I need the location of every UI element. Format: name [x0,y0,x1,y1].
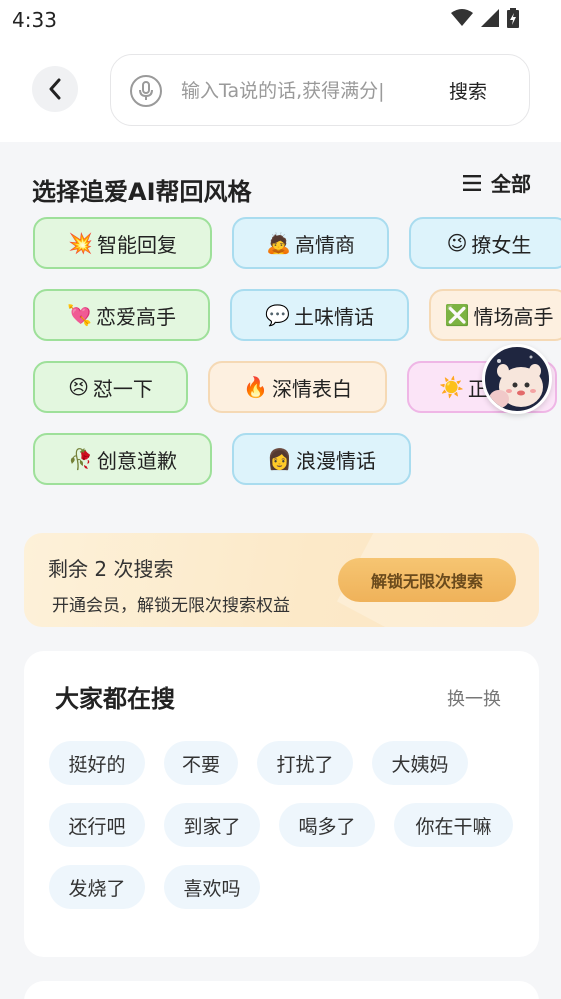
battery-icon [507,8,519,28]
hot-tag[interactable]: 不要 [164,741,238,785]
hot-tag[interactable]: 你在干嘛 [394,803,513,847]
hot-tag[interactable]: 挺好的 [49,741,145,785]
chip-smart-reply[interactable]: 💥 智能回复 [33,217,212,269]
chip-love-master[interactable]: 💘 恋爱高手 [33,289,210,341]
chip-cheesy-talk[interactable]: 💬 土味情话 [230,289,409,341]
all-label: 全部 [491,172,531,196]
mascot-avatar[interactable] [482,344,552,414]
status-icons [451,8,519,28]
chip-label: 撩女生 [471,232,532,257]
microphone-icon[interactable] [130,75,162,107]
chip-flirt[interactable]: 😉 撩女生 [409,217,561,269]
rose-icon: 🥀 [68,447,93,471]
chip-talk-back[interactable]: 😣 怼一下 [33,361,188,413]
search-button[interactable]: 搜索 [449,77,487,104]
signal-icon [481,9,499,27]
heart-arrow-icon: 💘 [67,303,92,327]
chip-label: 高情商 [294,232,355,257]
hot-tag[interactable]: 还行吧 [49,803,145,847]
fire-icon: 🔥 [243,375,268,399]
status-bar: 4:33 [0,0,561,40]
chip-label: 创意道歉 [96,448,177,473]
hot-tag[interactable]: 喜欢吗 [164,865,260,909]
chip-label: 情场高手 [473,304,554,329]
chip-romance-pro[interactable]: ❎ 情场高手 [429,289,561,341]
remaining-searches: 剩余 2 次搜索 [48,557,174,581]
hot-tag[interactable]: 大姨妈 [372,741,468,785]
chip-romantic-words[interactable]: 👩 浪漫情话 [232,433,411,485]
bowing-person-icon: 🙇 [266,231,291,255]
annoyed-face-icon: 😣 [68,375,89,399]
box-icon: ❎ [444,303,470,327]
chip-deep-confession[interactable]: 🔥 深情表白 [208,361,387,413]
wifi-icon [451,9,473,26]
hot-tag[interactable]: 发烧了 [49,865,145,909]
explosion-icon: 💥 [68,231,93,255]
sun-icon: ☀️ [439,375,464,399]
header: 搜索 [0,40,561,142]
chip-label: 怼一下 [92,376,153,401]
speech-bubble-icon: 💬 [265,303,290,327]
wink-face-icon: 😉 [446,231,468,255]
hot-tag[interactable]: 打扰了 [257,741,353,785]
hot-search-title: 大家都在搜 [55,685,175,713]
search-input[interactable] [181,75,417,107]
chip-high-eq[interactable]: 🙇 高情商 [232,217,389,269]
chip-label: 智能回复 [96,232,177,257]
status-time: 4:33 [12,8,57,32]
refresh-button[interactable]: 换一换 [447,685,501,711]
back-button[interactable] [32,66,78,112]
all-button[interactable]: 全部 [463,168,531,197]
woman-icon: 👩 [267,447,292,471]
section-title: 选择追爱AI帮回风格 [32,178,252,206]
hot-tag[interactable]: 到家了 [164,803,260,847]
promo-subtitle: 开通会员，解锁无限次搜索权益 [52,596,290,616]
hot-search-card: 大家都在搜 换一换 挺好的 不要 打扰了 大姨妈 还行吧 到家了 喝多了 你在干… [24,651,539,957]
chip-label: 深情表白 [271,376,352,401]
chip-label: 浪漫情话 [295,448,376,473]
hot-tag[interactable]: 喝多了 [279,803,375,847]
unlock-button[interactable]: 解锁无限次搜索 [338,558,516,602]
chip-creative-apology[interactable]: 🥀 创意道歉 [33,433,212,485]
next-card [24,981,539,999]
chip-label: 土味情话 [293,304,374,329]
chevron-left-icon [49,78,61,100]
promo-banner: 剩余 2 次搜索 开通会员，解锁无限次搜索权益 解锁无限次搜索 [24,533,539,627]
menu-icon [463,174,481,191]
search-box[interactable]: 搜索 [110,54,530,126]
chip-label: 恋爱高手 [95,304,176,329]
